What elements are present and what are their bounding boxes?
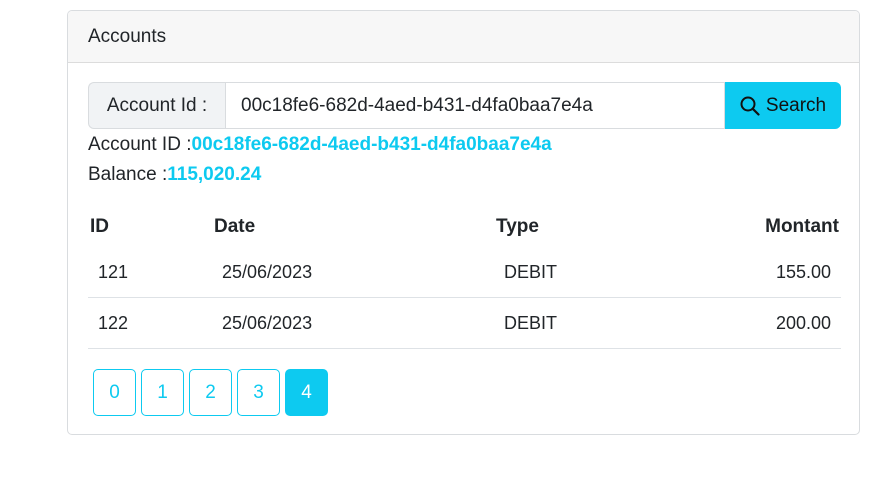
search-button-label: Search xyxy=(765,94,827,116)
accounts-card: Accounts Account Id : Search Account ID … xyxy=(67,10,860,435)
page-button-4[interactable]: 4 xyxy=(285,369,328,416)
cell-id: 121 xyxy=(88,247,212,298)
pagination: 0 1 2 3 4 xyxy=(93,369,328,416)
account-id-value: 00c18fe6-682d-4aed-b431-d4fa0baa7e4a xyxy=(191,134,552,155)
search-icon xyxy=(740,96,760,116)
column-header-date: Date xyxy=(214,216,256,237)
balance-value: 115,020.24 xyxy=(167,164,262,185)
cell-type: DEBIT xyxy=(494,247,698,298)
table-header-row: ID Date Type Montant xyxy=(88,207,841,247)
balance-line: Balance :115,020.24 xyxy=(88,164,261,186)
table-row: 122 25/06/2023 DEBIT 200.00 xyxy=(88,297,841,349)
cell-type: DEBIT xyxy=(494,297,698,349)
account-id-input[interactable] xyxy=(225,82,725,129)
cell-montant: 200.00 xyxy=(698,297,841,349)
search-button[interactable]: Search xyxy=(725,82,841,129)
account-id-label: Account Id : xyxy=(88,82,225,129)
page-button-1[interactable]: 1 xyxy=(141,369,184,416)
column-header-id: ID xyxy=(90,216,109,237)
account-id-caption: Account ID : xyxy=(88,134,192,155)
page-button-0[interactable]: 0 xyxy=(93,369,136,416)
table-row: 121 25/06/2023 DEBIT 155.00 xyxy=(88,247,841,298)
balance-caption: Balance : xyxy=(88,164,168,185)
operations-table: ID Date Type Montant 121 25/06/2023 DEBI… xyxy=(88,207,841,349)
cell-montant: 155.00 xyxy=(698,247,841,298)
page-button-3[interactable]: 3 xyxy=(237,369,280,416)
account-search-group: Account Id : Search xyxy=(88,82,841,129)
column-header-montant: Montant xyxy=(765,216,839,237)
account-id-line: Account ID :00c18fe6-682d-4aed-b431-d4fa… xyxy=(88,134,552,156)
cell-date: 25/06/2023 xyxy=(212,297,494,349)
page-button-2[interactable]: 2 xyxy=(189,369,232,416)
cell-id: 122 xyxy=(88,297,212,349)
card-title: Accounts xyxy=(68,11,859,63)
column-header-type: Type xyxy=(496,216,539,237)
cell-date: 25/06/2023 xyxy=(212,247,494,298)
